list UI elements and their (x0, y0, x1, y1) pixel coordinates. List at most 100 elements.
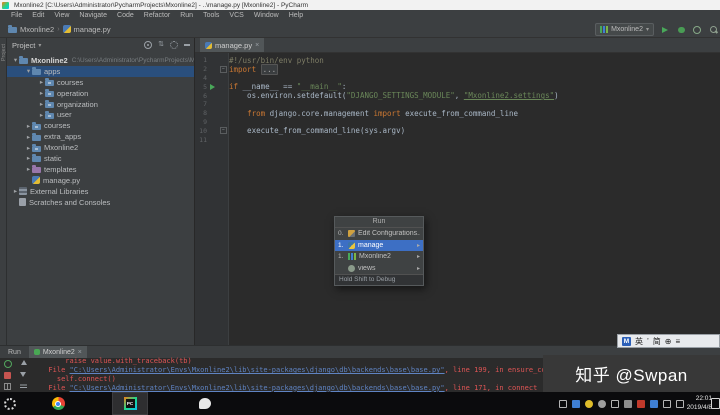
tree-item-courses[interactable]: ▸ courses (7, 120, 194, 131)
expand-arrow-icon[interactable]: ▸ (38, 100, 45, 108)
stripe-project-label[interactable]: Project (1, 44, 7, 61)
menu-navigate[interactable]: Navigate (74, 12, 112, 19)
menu-code[interactable]: Code (112, 12, 139, 19)
doc-icon[interactable] (611, 399, 619, 408)
popup-item-views[interactable]: views ▸ (335, 263, 423, 275)
line-number: 8 (203, 109, 207, 118)
fold-icon[interactable]: − (220, 127, 227, 135)
breadcrumb-item[interactable]: Mxonline2 (8, 25, 54, 34)
tree-item-scratches-and-consoles[interactable]: Scratches and Consoles (7, 197, 194, 208)
ime-segment-6[interactable]: ≡ (675, 337, 680, 346)
menu-refactor[interactable]: Refactor (139, 12, 175, 19)
menu-vcs[interactable]: VCS (224, 12, 248, 19)
menu-tools[interactable]: Tools (198, 12, 224, 19)
menu-view[interactable]: View (49, 12, 74, 19)
run-line-icon[interactable] (210, 83, 215, 90)
ime-segment-3[interactable]: ’ (647, 337, 649, 346)
editor[interactable]: manage.py × 1 #!/usr/bin/env python 2− impo… (195, 38, 720, 345)
tree-item-extra-apps[interactable]: ▸ extra_apps (7, 131, 194, 142)
tree-item-courses[interactable]: ▸ courses (7, 77, 194, 88)
coverage-icon[interactable] (692, 25, 702, 35)
shield-blue-icon[interactable] (650, 399, 658, 408)
locate-icon[interactable] (144, 41, 153, 49)
menu-lines-icon[interactable] (20, 383, 27, 388)
settings-icon[interactable] (170, 41, 178, 49)
tree-item-templates[interactable]: ▸ templates (7, 164, 194, 175)
tree-item-operation[interactable]: ▸ operation (7, 88, 194, 99)
volume-icon[interactable] (676, 399, 684, 408)
run-config-selector[interactable]: Mxonline2 ▾ (595, 23, 654, 36)
expand-arrow-icon[interactable]: ▸ (25, 133, 32, 141)
fold-icon[interactable]: − (220, 65, 227, 73)
tree-item-organization[interactable]: ▸ organization (7, 99, 194, 110)
popup-item-mxonline2[interactable]: 1. Mxonline2 ▸ (335, 251, 423, 263)
expand-arrow-icon[interactable]: ▸ (25, 144, 32, 152)
menu-file[interactable]: File (6, 12, 27, 19)
chevron-down-icon[interactable]: ▾ (38, 42, 41, 49)
taskbar-clock[interactable]: 22:01 2019/4/8 (687, 394, 712, 412)
breadcrumb-item[interactable]: manage.py (62, 25, 111, 34)
app-yellow-icon[interactable] (585, 399, 593, 408)
hide-icon[interactable] (184, 44, 190, 46)
console-tool-label[interactable]: Run (8, 349, 21, 356)
expand-arrow-icon[interactable]: ▸ (38, 89, 45, 97)
popup-item-manage[interactable]: 1. manage ▸ (335, 239, 423, 251)
down-icon[interactable] (20, 372, 26, 377)
expand-arrow-icon[interactable]: ▾ (25, 67, 32, 75)
action-center-icon[interactable] (711, 398, 720, 409)
expand-arrow-icon[interactable]: ▸ (25, 165, 32, 173)
stack-trace-link[interactable]: "C:\Users\Administrator\Envs\Mxonline2\l… (70, 366, 445, 374)
search-icon[interactable] (708, 25, 718, 35)
grid-icon[interactable] (4, 383, 11, 390)
tree-item-static[interactable]: ▸ static (7, 153, 194, 164)
breadcrumb-separator: › (57, 25, 60, 33)
rerun-icon[interactable] (4, 360, 12, 368)
menu-edit[interactable]: Edit (27, 12, 49, 19)
clipboard-icon[interactable] (559, 399, 567, 408)
expand-arrow-icon[interactable]: ▸ (25, 122, 32, 130)
tool-icon[interactable] (624, 399, 632, 408)
debug-icon[interactable] (676, 25, 686, 35)
network-icon[interactable] (663, 399, 671, 408)
start-button[interactable] (0, 392, 20, 415)
expand-arrow-icon[interactable]: ▾ (12, 56, 19, 64)
up-icon[interactable] (21, 360, 27, 365)
menu-run[interactable]: Run (175, 12, 198, 19)
taskbar-pycharm-active[interactable]: PC (112, 392, 148, 415)
tree-item-user[interactable]: ▸ user (7, 109, 194, 120)
ime-segment-2[interactable]: 英 (635, 336, 643, 347)
ime-segment-1[interactable]: M (622, 336, 631, 346)
expand-arrow-icon[interactable]: ▸ (38, 111, 45, 119)
tree-item-apps[interactable]: ▾ apps (7, 65, 194, 77)
taskbar-messenger[interactable] (193, 392, 217, 415)
app-blue-icon[interactable] (572, 399, 580, 408)
menu-window[interactable]: Window (249, 12, 284, 19)
collapse-all-icon[interactable]: ⇅ (158, 41, 164, 48)
tree-item-manage-py[interactable]: manage.py (7, 175, 194, 186)
expand-arrow-icon[interactable]: ▸ (12, 187, 19, 195)
ime-segment-4[interactable]: 简 (653, 336, 661, 347)
popup-item-edit-configurations-[interactable]: 0. Edit Configurations... (335, 228, 423, 240)
tab-manage-py[interactable]: manage.py × (200, 38, 265, 52)
expand-arrow-icon[interactable]: ▸ (38, 78, 45, 86)
stop-icon[interactable] (4, 372, 11, 379)
ime-segment-5[interactable]: ⊕ (665, 337, 672, 346)
stack-trace-link[interactable]: "C:\Users\Administrator\Envs\Mxonline2\l… (70, 384, 445, 392)
tree-item-mxonline2[interactable]: ▾ Mxonline2 C:\Users\Administrator\Pycharm… (7, 55, 194, 66)
gutter-cell: − (207, 65, 229, 74)
tree-item-mxonline2[interactable]: ▸ Mxonline2 (7, 142, 194, 153)
tree-item-label: static (44, 153, 62, 163)
alert-red-icon[interactable] (637, 399, 645, 408)
close-icon[interactable]: × (78, 349, 82, 356)
line-number: 11 (199, 135, 207, 144)
close-icon[interactable]: × (255, 42, 259, 49)
code-line-8: 8 from django.core.management import exe… (195, 109, 720, 118)
project-panel-title[interactable]: Project (12, 41, 35, 50)
taskbar-chrome[interactable] (46, 392, 70, 415)
code-area[interactable]: 1 #!/usr/bin/env python 2− import ... 4 5 if _… (195, 56, 720, 144)
gear-icon[interactable] (598, 399, 606, 408)
tree-item-external-libraries[interactable]: ▸ External Libraries (7, 186, 194, 197)
menu-help[interactable]: Help (284, 12, 308, 19)
run-icon[interactable] (660, 25, 670, 35)
expand-arrow-icon[interactable]: ▸ (25, 154, 32, 162)
